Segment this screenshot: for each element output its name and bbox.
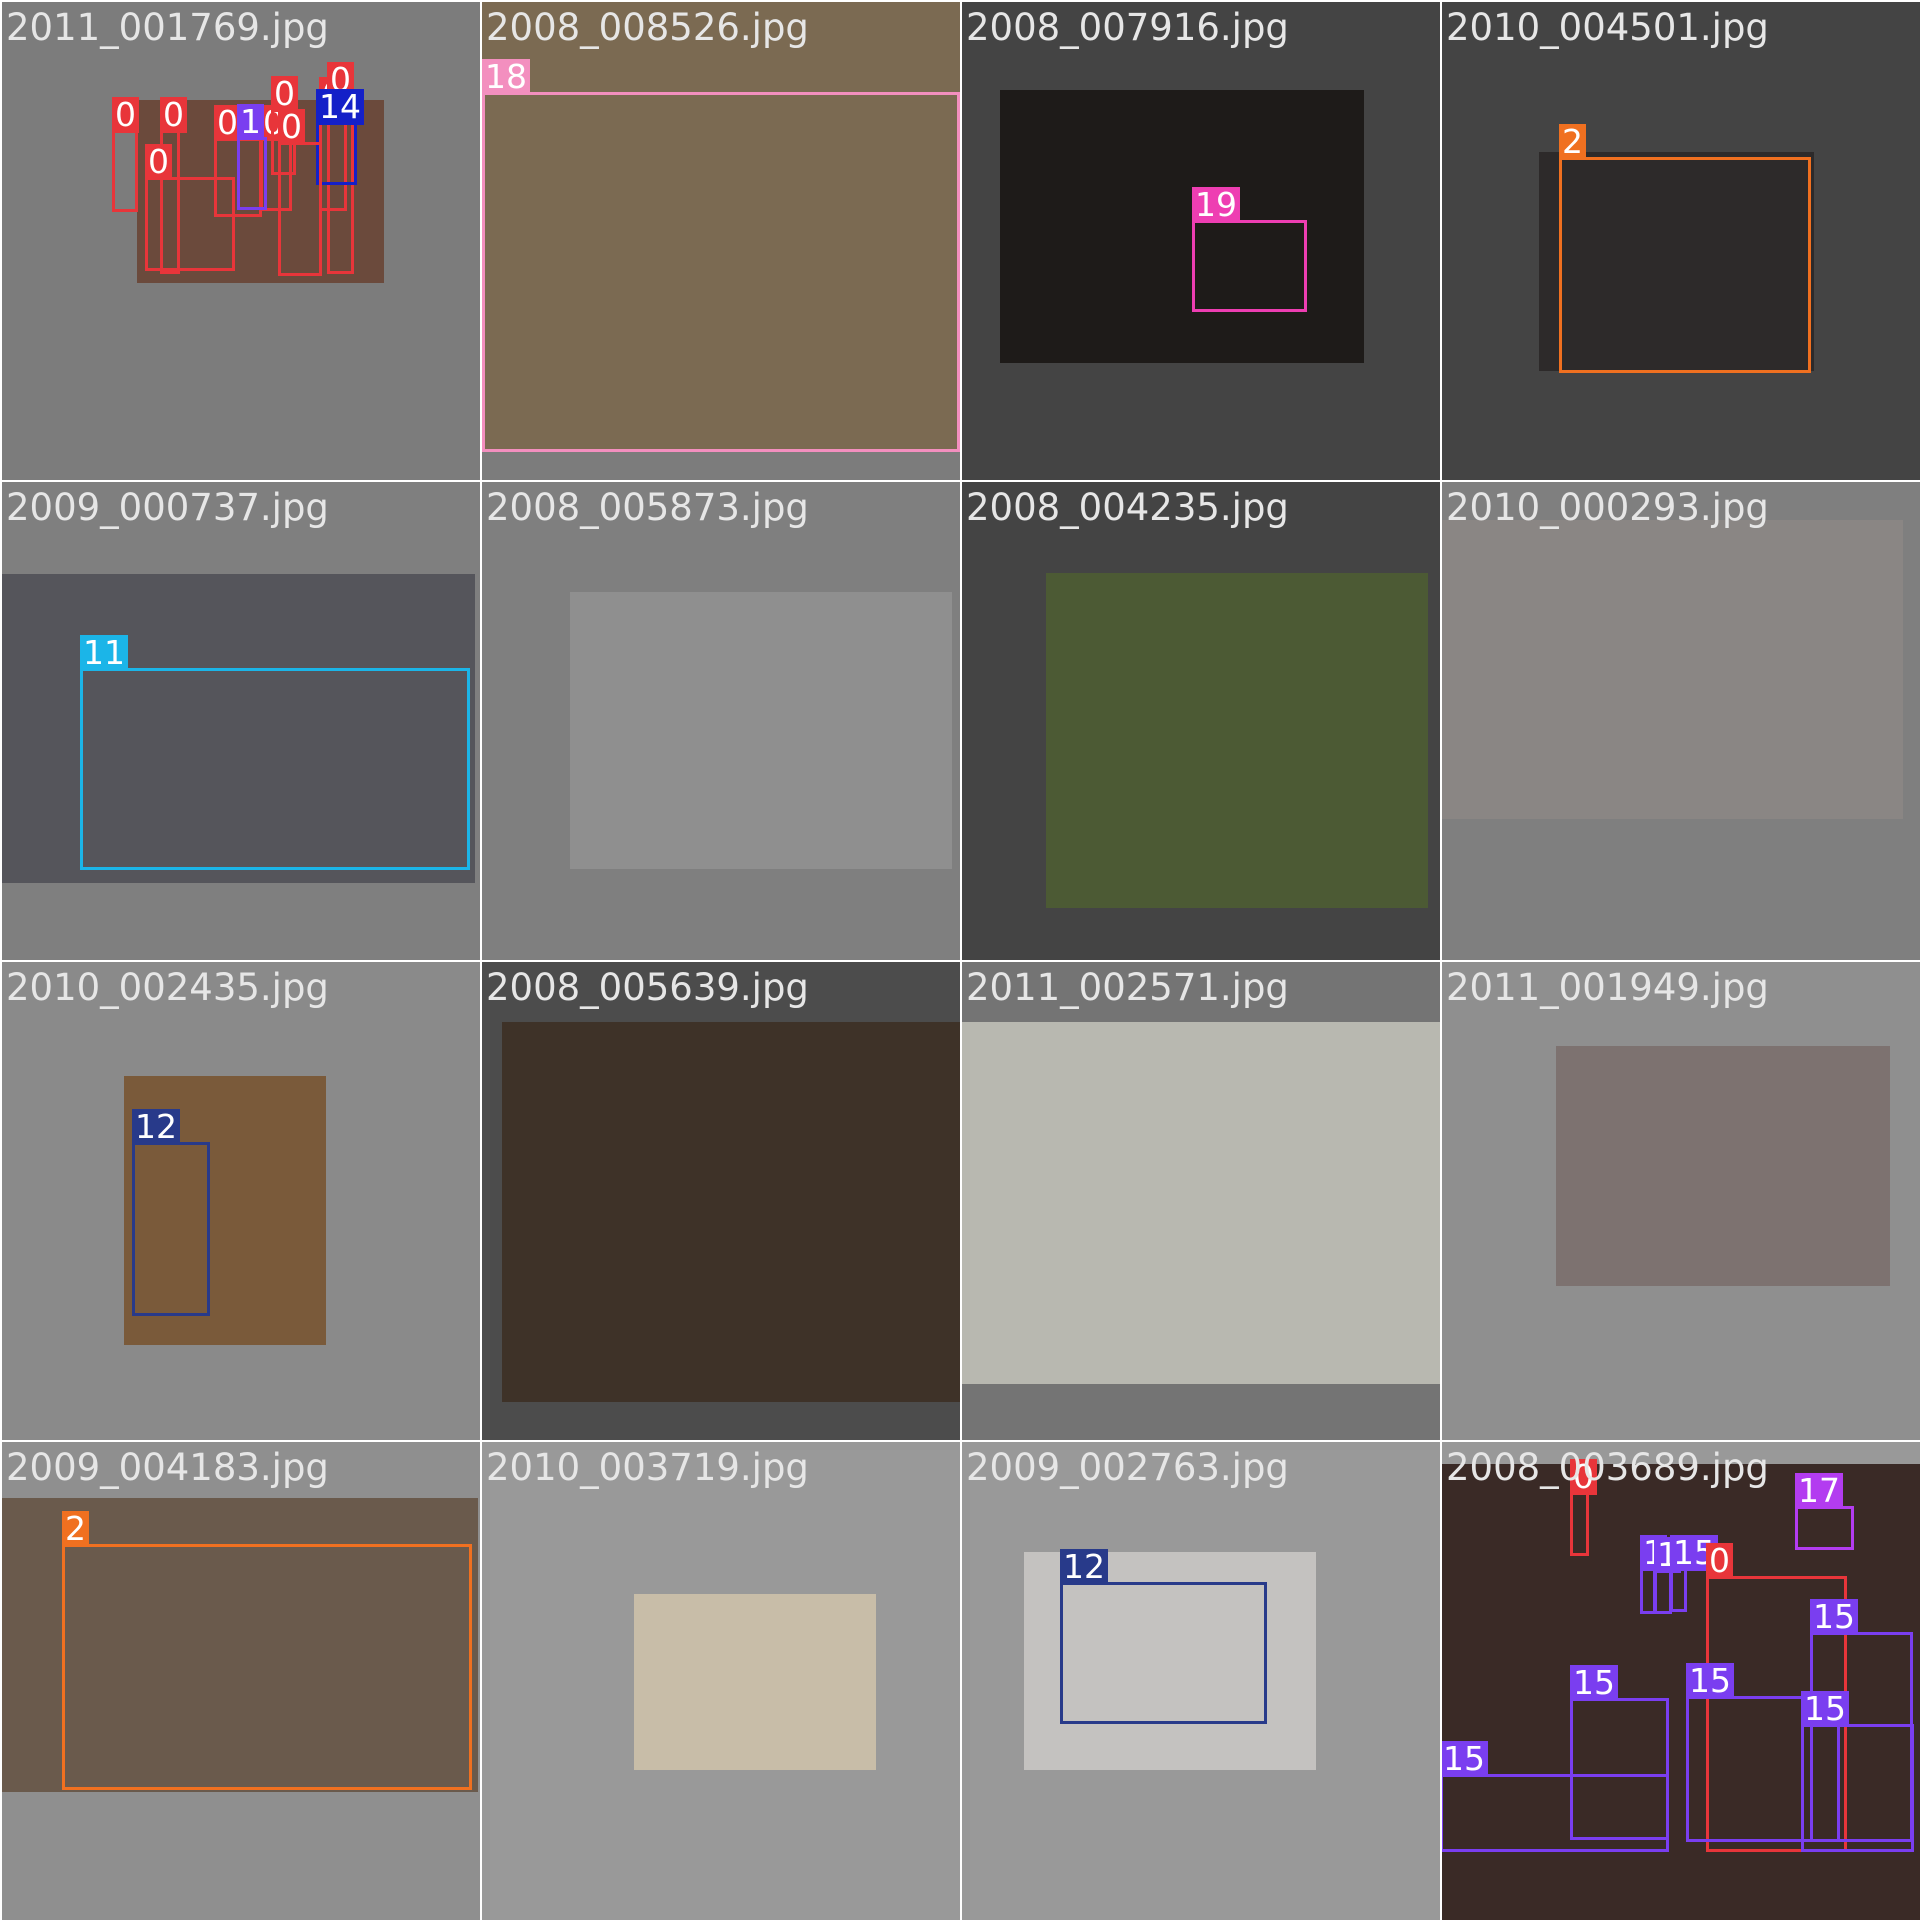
class-label: 15 xyxy=(1686,1663,1734,1699)
image-tile: 2011_001769.jpg000000011400 xyxy=(2,2,480,480)
class-label: 1 xyxy=(237,104,264,140)
bounding-box: 0 xyxy=(145,144,235,271)
class-label: 0 xyxy=(1706,1543,1733,1579)
class-label: 0 xyxy=(278,109,305,145)
image-tile: 2008_005639.jpg19 xyxy=(482,962,960,1440)
image-tile: 2011_001949.jpg101001110180 xyxy=(1442,962,1920,1440)
image-filename: 2008_004235.jpg xyxy=(966,486,1289,529)
bounding-box: 15 xyxy=(1670,1535,1718,1612)
image-mosaic: 2011_001769.jpg0000000114002008_008526.j… xyxy=(0,0,1920,1920)
photo xyxy=(962,1022,1440,1384)
bounding-box: 15 xyxy=(1801,1691,1914,1852)
photo xyxy=(1556,1046,1890,1286)
bounding-box: 2 xyxy=(62,1511,472,1790)
class-label: 18 xyxy=(482,59,530,95)
class-label: 14 xyxy=(316,89,364,125)
image-filename: 2008_003689.jpg xyxy=(1446,1446,1769,1489)
bounding-box: 19 xyxy=(1192,187,1307,312)
class-label: 12 xyxy=(132,1109,180,1145)
bounding-box: 0 xyxy=(1570,1459,1597,1556)
class-label: 0 xyxy=(112,97,139,133)
class-label: 19 xyxy=(1192,187,1240,223)
photo xyxy=(502,1022,960,1402)
bounding-box: 2 xyxy=(1559,124,1811,373)
image-tile: 2009_000737.jpg 11 xyxy=(2,482,480,960)
image-filename: 2010_002435.jpg xyxy=(6,966,329,1009)
bounding-box: 14 xyxy=(316,89,364,185)
class-label: 15 xyxy=(1570,1665,1618,1701)
image-tile: 2008_008526.jpg 18 xyxy=(482,2,960,480)
image-tile: 2011_002571.jpg6 xyxy=(962,962,1440,1440)
class-label: 2 xyxy=(1559,124,1586,160)
image-tile: 2010_002435.jpg 12 xyxy=(2,962,480,1440)
class-label: 15 xyxy=(1801,1691,1849,1727)
image-tile: 2010_000293.jpg4 xyxy=(1442,482,1920,960)
image-filename: 2009_004183.jpg xyxy=(6,1446,329,1489)
bounding-box: 12 xyxy=(132,1109,210,1316)
class-label: 15 xyxy=(1442,1741,1488,1777)
image-tile: 2009_002763.jpg 12 xyxy=(962,1442,1440,1920)
image-filename: 2008_005873.jpg xyxy=(486,486,809,529)
image-tile: 2008_004235.jpg13 xyxy=(962,482,1440,960)
image-tile: 2010_003719.jpg0001901515 xyxy=(482,1442,960,1920)
image-filename: 2009_000737.jpg xyxy=(6,486,329,529)
bounding-box: 0 xyxy=(112,97,139,212)
image-filename: 2010_004501.jpg xyxy=(1446,6,1769,49)
bounding-box: 0 xyxy=(278,109,322,276)
image-filename: 2010_003719.jpg xyxy=(486,1446,809,1489)
photo xyxy=(1046,573,1428,908)
bounding-box: 12 xyxy=(1060,1549,1267,1724)
photo xyxy=(1000,90,1364,363)
photo xyxy=(1442,520,1903,819)
class-label: 12 xyxy=(1060,1549,1108,1585)
photo xyxy=(634,1594,876,1770)
photo xyxy=(570,592,952,869)
class-label: 0 xyxy=(160,97,187,133)
bounding-box: 17 xyxy=(1795,1473,1854,1550)
class-label: 11 xyxy=(80,635,128,671)
image-tile: 2008_005873.jpg77 xyxy=(482,482,960,960)
image-tile: 2008_007916.jpg 19 xyxy=(962,2,1440,480)
image-filename: 2010_000293.jpg xyxy=(1446,486,1769,529)
image-tile: 2010_004501.jpg 2 xyxy=(1442,2,1920,480)
bounding-box: 18 xyxy=(482,59,960,452)
class-label: 0 xyxy=(145,144,172,180)
image-filename: 2011_001949.jpg xyxy=(1446,966,1769,1009)
image-tile: 2009_004183.jpg 2 xyxy=(2,1442,480,1920)
image-filename: 2008_007916.jpg xyxy=(966,6,1289,49)
bounding-box: 11 xyxy=(80,635,470,870)
bounding-box: 1 xyxy=(237,104,267,210)
image-filename: 2011_001769.jpg xyxy=(6,6,329,49)
bounding-box: 15 xyxy=(1442,1741,1669,1852)
image-filename: 2008_008526.jpg xyxy=(486,6,809,49)
image-filename: 2008_005639.jpg xyxy=(486,966,809,1009)
image-filename: 2009_002763.jpg xyxy=(966,1446,1289,1489)
image-filename: 2011_002571.jpg xyxy=(966,966,1289,1009)
class-label: 2 xyxy=(62,1511,89,1547)
class-label: 15 xyxy=(1810,1599,1858,1635)
image-tile: 2008_003689.jpg017111501515151515 xyxy=(1442,1442,1920,1920)
class-label: 17 xyxy=(1795,1473,1843,1509)
